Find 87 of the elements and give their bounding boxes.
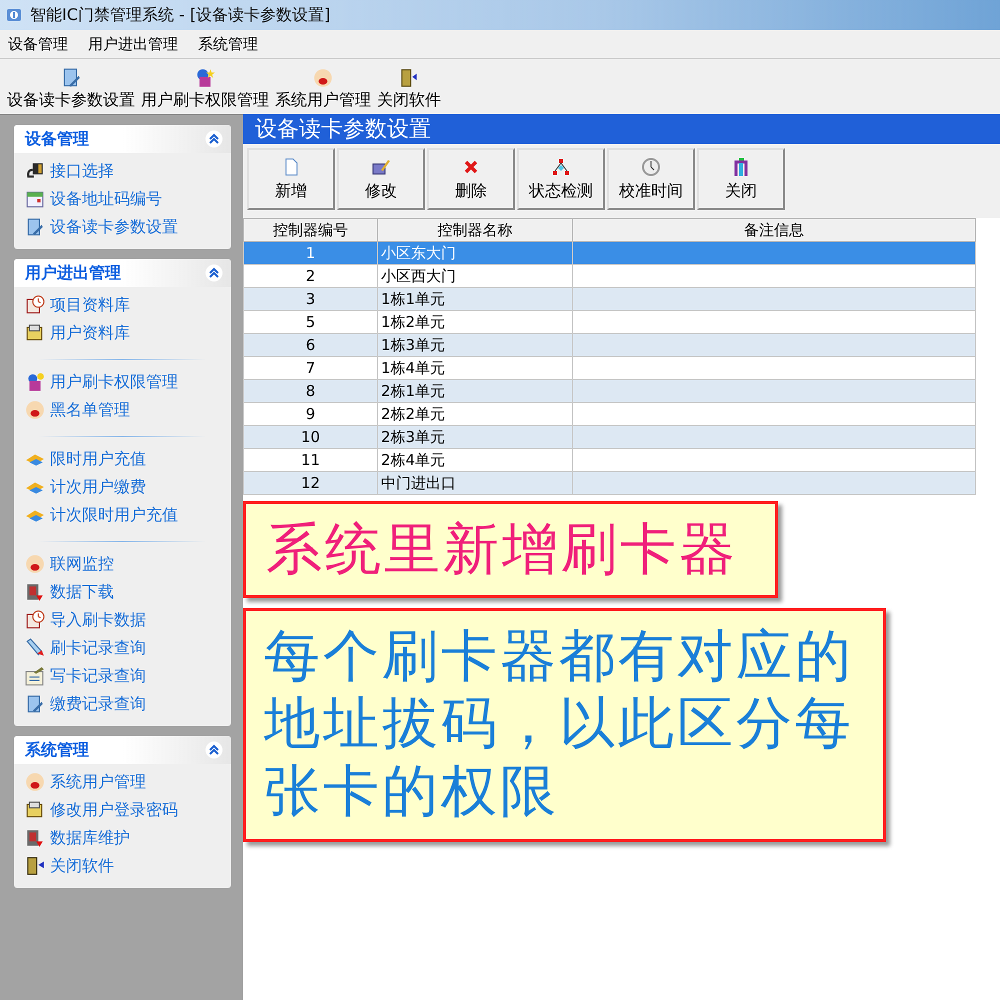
- sidebar-item[interactable]: 接口选择: [50, 160, 114, 182]
- action-button[interactable]: 校准时间: [607, 148, 695, 210]
- sidebar-item[interactable]: 修改用户登录密码: [50, 800, 178, 820]
- app-icon: [6, 7, 22, 23]
- table-cell: 1栋4单元: [381, 358, 446, 376]
- clock-icon: [641, 156, 661, 176]
- folder-icon: [25, 323, 45, 343]
- panel-title: 设备管理: [25, 128, 89, 150]
- sidebar-item[interactable]: 刷卡记录查询: [50, 638, 146, 658]
- table-cell: 1: [306, 244, 316, 262]
- sidebar-item[interactable]: 用户资料库: [50, 322, 130, 344]
- document-icon: [25, 694, 45, 714]
- network-icon: [551, 156, 571, 176]
- table-cell: 1栋2单元: [381, 312, 446, 330]
- face-icon: [312, 67, 334, 89]
- sidebar-item[interactable]: 导入刷卡数据: [50, 610, 146, 630]
- table-cell: 小区东大门: [381, 244, 456, 262]
- action-button[interactable]: 关闭: [697, 148, 785, 210]
- action-button[interactable]: 删除: [427, 148, 515, 210]
- annotation-text: 系统里新增刷卡器: [266, 517, 738, 582]
- table-cell: 12: [300, 474, 320, 492]
- table-cell: 2栋4单元: [381, 450, 446, 468]
- table-cell: 10: [300, 428, 320, 446]
- table-cell: 2栋1单元: [381, 382, 446, 400]
- table-cell: 1栋3单元: [381, 336, 446, 354]
- clock-icon: [25, 295, 45, 315]
- table-cell: 3: [306, 290, 316, 308]
- toolbar-button[interactable]: 设备读卡参数设置: [4, 67, 138, 111]
- window-title: 智能IC门禁管理系统 - [设备读卡参数设置]: [30, 4, 330, 26]
- sidebar-item[interactable]: 限时用户充值: [50, 448, 146, 470]
- sidebar-item[interactable]: 数据下载: [50, 582, 114, 602]
- table-cell: 2: [306, 267, 316, 285]
- face-icon: [25, 772, 45, 792]
- sidebar-item[interactable]: 设备地址码编号: [50, 188, 162, 210]
- sidebar-item[interactable]: 写卡记录查询: [50, 666, 146, 686]
- sidebar-item[interactable]: 联网监控: [50, 554, 114, 574]
- column-header[interactable]: 备注信息: [572, 218, 976, 242]
- sidebar-item[interactable]: 设备读卡参数设置: [50, 216, 178, 238]
- menu-item[interactable]: 用户进出管理: [88, 34, 178, 54]
- calendar-icon: [25, 189, 45, 209]
- sidebar-item[interactable]: 缴费记录查询: [50, 694, 146, 714]
- sidebar-item[interactable]: 计次限时用户充值: [50, 504, 178, 526]
- sidebar-item[interactable]: 计次用户缴费: [50, 476, 146, 498]
- panel-title: 用户进出管理: [25, 262, 121, 284]
- panel-title: 系统管理: [25, 740, 89, 760]
- table-cell: 2栋2单元: [381, 404, 446, 422]
- sidebar-item[interactable]: 数据库维护: [50, 828, 130, 848]
- sidebar-item[interactable]: 系统用户管理: [50, 772, 146, 792]
- table-cell: 中门进出口: [381, 474, 456, 492]
- form-icon: [25, 666, 45, 686]
- toolbar-button[interactable]: 关闭软件: [374, 67, 444, 111]
- menu-item[interactable]: 设备管理: [8, 34, 68, 54]
- menu-item[interactable]: 系统管理: [198, 34, 258, 54]
- table-cell: 1栋1单元: [381, 290, 446, 308]
- toolbar-button[interactable]: 系统用户管理: [272, 67, 374, 111]
- face-icon: [25, 400, 45, 420]
- table-cell: 2栋3单元: [381, 428, 446, 446]
- table-cell: 9: [306, 405, 316, 423]
- marker-icon: [25, 638, 45, 658]
- action-button[interactable]: 状态检测: [517, 148, 605, 210]
- folder-icon: [25, 800, 45, 820]
- table-cell: 7: [306, 359, 316, 377]
- annotation-text: 每个刷卡器都有对应的地址拔码，以此区分每张卡的权限: [264, 624, 854, 824]
- table-cell: 6: [306, 336, 316, 354]
- sidebar-item[interactable]: 关闭软件: [50, 856, 114, 876]
- panel-title: 设备读卡参数设置: [255, 116, 431, 144]
- table-cell: 小区西大门: [381, 266, 456, 284]
- document-icon: [25, 217, 45, 237]
- sidebar-item[interactable]: 项目资料库: [50, 294, 130, 316]
- action-button[interactable]: 新增: [247, 148, 335, 210]
- table-cell: 5: [306, 313, 316, 331]
- face-icon: [25, 554, 45, 574]
- clock-icon: [25, 610, 45, 630]
- column-header[interactable]: 控制器名称: [378, 218, 572, 242]
- collapse-icon[interactable]: [205, 264, 223, 282]
- collapse-icon[interactable]: [205, 741, 223, 759]
- column-header[interactable]: 控制器编号: [244, 218, 378, 242]
- door-icon: [25, 856, 45, 876]
- server-icon: [25, 582, 45, 602]
- sidebar-item[interactable]: 用户刷卡权限管理: [50, 372, 178, 392]
- collapse-icon[interactable]: [205, 130, 223, 148]
- toolbar-button[interactable]: 用户刷卡权限管理: [138, 67, 272, 111]
- table-cell: 8: [306, 382, 316, 400]
- sidebar-item[interactable]: 黑名单管理: [50, 400, 130, 420]
- server-icon: [25, 828, 45, 848]
- table-cell: 11: [300, 451, 320, 469]
- action-button[interactable]: 修改: [337, 148, 425, 210]
